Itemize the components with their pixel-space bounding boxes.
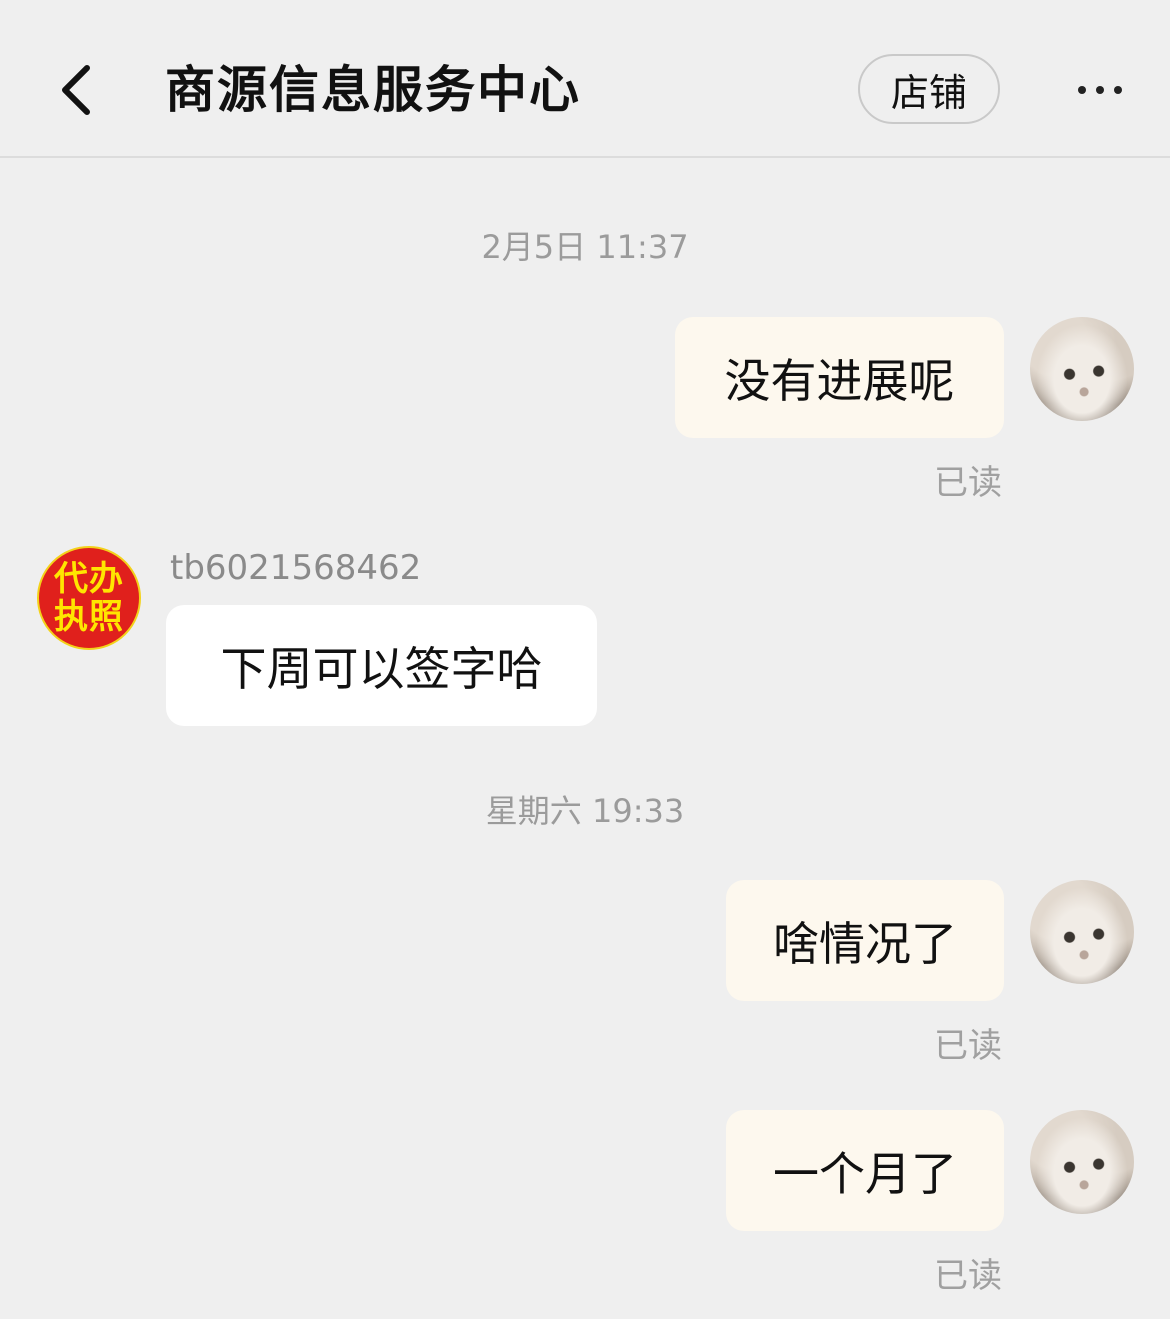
more-icon-dot [1114, 86, 1122, 94]
page-title: 商源信息服务中心 [165, 61, 581, 119]
sender-name: tb6021568462 [170, 548, 422, 588]
their-message-bubble[interactable]: 下周可以签字哈 [166, 605, 597, 726]
chevron-left-icon [62, 65, 90, 115]
read-status: 已读 [934, 1026, 1002, 1066]
shop-avatar-text: 执照 [54, 597, 124, 637]
my-avatar[interactable] [1030, 1110, 1134, 1214]
my-message-bubble[interactable]: 没有进展呢 [675, 317, 1004, 438]
chat-header: 商源信息服务中心 店铺 [0, 0, 1170, 158]
shop-avatar-text: 代办 [54, 559, 124, 599]
my-message-bubble[interactable]: 啥情况了 [726, 880, 1004, 1001]
more-icon-dot [1078, 86, 1086, 94]
more-icon-dot [1096, 86, 1104, 94]
my-avatar[interactable] [1030, 880, 1134, 984]
my-message-bubble[interactable]: 一个月了 [726, 1110, 1004, 1231]
more-options-button[interactable] [1060, 60, 1140, 120]
read-status: 已读 [934, 1256, 1002, 1296]
my-avatar[interactable] [1030, 317, 1134, 421]
chat-timestamp: 2月5日 11:37 [481, 228, 689, 266]
back-button[interactable] [40, 50, 110, 130]
shop-button[interactable]: 店铺 [858, 54, 1000, 124]
shop-avatar[interactable]: 代办 执照 [37, 546, 141, 650]
chat-timestamp: 星期六 19:33 [485, 792, 685, 830]
read-status: 已读 [934, 463, 1002, 503]
